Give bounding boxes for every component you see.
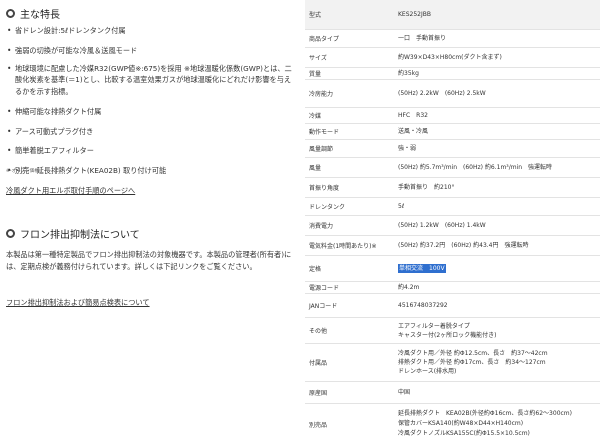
price-footnote: ※-オープン価格: [6, 169, 39, 174]
spec-row-size: サイズ 約W39×D43×H80cm(ダクト含まず): [305, 48, 600, 68]
features-heading: 主な特長: [6, 6, 60, 21]
spec-value: 約W39×D43×H80cm(ダクト含まず): [398, 54, 502, 61]
spec-row-jan-code: JANコード 4516748037292: [305, 294, 600, 318]
spec-value: 4516748037292: [398, 302, 448, 309]
spec-key: JANコード: [309, 303, 338, 310]
spec-key: 定格: [309, 266, 322, 273]
elbow-install-link[interactable]: 冷風ダクト用エルボ取付手順のページへ: [6, 186, 135, 196]
spec-key: 原産国: [309, 390, 328, 397]
spec-row-mode: 動作モード 送風・冷風: [305, 124, 600, 140]
spec-row-cooling-capacity: 冷房能力 (50Hz) 2.2kW (60Hz) 2.5kW: [305, 80, 600, 108]
spec-value: (50Hz) 約5.7m³/min (60Hz) 約6.1m³/min 強運転時: [398, 164, 553, 171]
spec-value: 約35kg: [398, 70, 419, 77]
spec-value: (50Hz) 2.2kW (60Hz) 2.5kW: [398, 90, 486, 97]
spec-key: 動作モード: [309, 129, 340, 136]
spec-value: エアフィルター着脱タイプ: [398, 323, 470, 330]
spec-value: 強・弱: [398, 145, 417, 152]
spec-value-selected[interactable]: 単相交流 100V: [398, 264, 446, 273]
spec-value: KES252JBB: [398, 11, 431, 18]
spec-key: 商品タイプ: [309, 36, 340, 43]
spec-key: 電気料金(1時間あたり)※: [309, 243, 377, 250]
spec-value: 一口 手動首振り: [398, 35, 447, 42]
feature-item: アース可動式プラグ付き: [6, 125, 298, 138]
spec-value: (50Hz) 1.2kW (60Hz) 1.4kW: [398, 222, 486, 229]
feature-item: 別売 延長排熱ダクト(KEA02B) 取り付け可能: [6, 164, 298, 177]
features-heading-text: 主な特長: [20, 10, 60, 21]
spec-row-airflow-adjust: 風量調節 強・弱: [305, 140, 600, 158]
spec-value: 冷風ダクト用／外径 約Φ12.5cm、長さ 約37～42cm: [398, 350, 548, 357]
feature-item: 簡単着脱エアフィルター: [6, 144, 298, 157]
spec-value: 送風・冷風: [398, 128, 429, 135]
spec-key: 型式: [309, 12, 322, 19]
spec-value-line3: 冷風ダクトノズルKSA155C(約Φ15.5×10.5cm): [398, 430, 530, 437]
spec-row-electricity-cost: 電気料金(1時間あたり)※ (50Hz) 約37.2円 (60Hz) 約43.4…: [305, 236, 600, 256]
spec-value: 延長排熱ダクト KEA02B(外径約Φ16cm、長さ約62～300cm): [398, 410, 572, 417]
spec-key: 冷房能力: [309, 91, 334, 98]
spec-row-optional-items: 別売品 延長排熱ダクト KEA02B(外径約Φ16cm、長さ約62～300cm)…: [305, 404, 600, 445]
spec-row-model: 型式 KES252JBB: [305, 0, 600, 30]
circle-bullet-icon: [6, 9, 15, 18]
left-column: 主な特長 省ドレン設計:5ℓドレンタンク付属 強弱の切換が可能な冷風＆送風モード…: [6, 0, 300, 445]
spec-row-swing-angle: 首振り角度 手動首振り 約210°: [305, 178, 600, 198]
spec-row-refrigerant: 冷媒 HFC R32: [305, 108, 600, 124]
spec-value-line2: 保管カバーKSA140(約W48×D44×H140cm): [398, 420, 524, 427]
spec-key: 質量: [309, 71, 322, 78]
feature-item: 強弱の切換が可能な冷風＆送風モード: [6, 44, 298, 57]
fluorocarbon-heading-text: フロン排出抑制法について: [20, 230, 140, 241]
spec-value: 5ℓ: [398, 203, 405, 210]
spec-row-type: 商品タイプ 一口 手動首振り: [305, 30, 600, 48]
spec-value: (50Hz) 約37.2円 (60Hz) 約43.4円 強運転時: [398, 242, 529, 249]
spec-key: 消費電力: [309, 223, 334, 230]
spec-row-power-consumption: 消費電力 (50Hz) 1.2kW (60Hz) 1.4kW: [305, 216, 600, 236]
fluorocarbon-heading: フロン排出抑制法について: [6, 226, 140, 241]
spec-key: 冷媒: [309, 113, 322, 120]
spec-row-other: その他 エアフィルター着脱タイプ キャスター付(2ヶ所ロック機能付き): [305, 318, 600, 344]
spec-value: 手動首振り 約210°: [398, 184, 455, 191]
spec-value-line2: キャスター付(2ヶ所ロック機能付き): [398, 332, 497, 339]
spec-value: 中国: [398, 389, 411, 396]
spec-row-weight: 質量 約35kg: [305, 68, 600, 80]
spec-row-rating: 定格 単相交流 100V: [305, 256, 600, 282]
spec-value-line3: ドレンホース(排水用): [398, 368, 457, 375]
spec-value-line2: 排熱ダクト用／外径 約Φ17cm、長さ 約34～127cm: [398, 359, 546, 366]
spec-key: ドレンタンク: [309, 204, 346, 211]
spec-key: その他: [309, 328, 328, 335]
feature-item: 伸縮可能な排熱ダクト付属: [6, 105, 298, 118]
spec-key: サイズ: [309, 55, 327, 62]
spec-table: 型式 KES252JBB 商品タイプ 一口 手動首振り サイズ 約W39×D43…: [305, 0, 600, 445]
spec-row-airflow: 風量 (50Hz) 約5.7m³/min (60Hz) 約6.1m³/min 強…: [305, 158, 600, 178]
circle-bullet-icon: [6, 229, 15, 238]
spec-value: HFC R32: [398, 112, 428, 119]
features-list: 省ドレン設計:5ℓドレンタンク付属 強弱の切換が可能な冷風＆送風モード 地球環境…: [6, 24, 298, 183]
feature-item: 地球環境に配慮した冷媒R32(GWP値※:675)を採用 ※地球温暖化係数(GW…: [6, 63, 298, 97]
feature-item: 省ドレン設計:5ℓドレンタンク付属: [6, 24, 298, 37]
spec-row-accessories: 付属品 冷風ダクト用／外径 約Φ12.5cm、長さ 約37～42cm 排熱ダクト…: [305, 344, 600, 382]
spec-value: 約4.2m: [398, 284, 420, 291]
spec-key: 風量調節: [309, 146, 334, 153]
spec-row-power-cord: 電源コード 約4.2m: [305, 282, 600, 294]
spec-key: 電源コード: [309, 285, 340, 292]
spec-row-origin: 原産国 中国: [305, 382, 600, 404]
spec-key: 別売品: [309, 422, 328, 429]
spec-row-drain-tank: ドレンタンク 5ℓ: [305, 198, 600, 216]
spec-key: 首振り角度: [309, 185, 340, 192]
spec-key: 付属品: [309, 360, 328, 367]
spec-key: 風量: [309, 165, 322, 172]
fluorocarbon-inspection-link[interactable]: フロン排出抑制法および簡易点検表について: [6, 298, 150, 308]
fluorocarbon-body: 本製品は第一種特定製品でフロン排出抑制法の対象機器です。本製品の管理者(所有者)…: [6, 250, 292, 271]
